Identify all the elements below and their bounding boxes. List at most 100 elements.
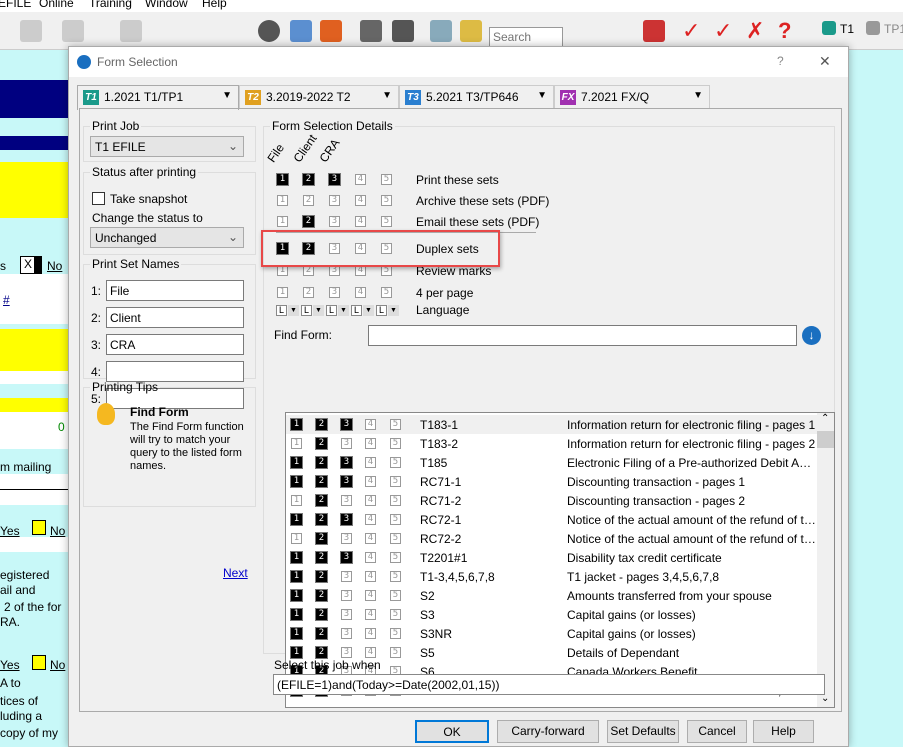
help-dialog-button[interactable]: Help <box>753 720 814 743</box>
set-3-checkbox[interactable]: 3 <box>340 475 353 488</box>
set-1-checkbox[interactable]: 1 <box>291 438 302 449</box>
form-row[interactable]: 1 2 3 4 5 T1-3,4,5,6,7,8 T1 jacket - pages 3,4… <box>286 567 818 586</box>
set-4-checkbox[interactable]: 4 <box>365 514 376 525</box>
set-5-checkbox[interactable]: 5 <box>381 195 392 206</box>
set-3-checkbox[interactable]: 3 <box>341 609 352 620</box>
set-defaults-button[interactable]: Set Defaults <box>607 720 679 743</box>
set-3-checkbox[interactable]: 3 <box>340 456 353 469</box>
set-1-checkbox[interactable]: 1 <box>290 418 303 431</box>
tab-tp1[interactable]: TP1 <box>884 22 903 36</box>
set-4-checkbox[interactable]: 4 <box>355 287 366 298</box>
set-4-checkbox[interactable]: 4 <box>365 552 376 563</box>
set-4-checkbox[interactable]: 4 <box>365 571 376 582</box>
set-3-checkbox[interactable]: 3 <box>341 590 352 601</box>
set-2-checkbox[interactable]: 2 <box>315 475 328 488</box>
set-3-checkbox[interactable]: 3 <box>341 647 352 658</box>
form-row[interactable]: 1 2 3 4 5 S2 Amounts transferred from your spo… <box>286 586 818 605</box>
cross-icon[interactable]: ✗ <box>746 20 768 42</box>
set-5-checkbox[interactable]: 5 <box>381 287 392 298</box>
language-select[interactable]: L ▼ <box>376 305 400 316</box>
set-1-checkbox[interactable]: 1 <box>276 173 289 186</box>
set-2-checkbox[interactable]: 2 <box>315 608 328 621</box>
print-one-icon[interactable] <box>392 20 414 42</box>
set-1-checkbox[interactable]: 1 <box>277 216 288 227</box>
set-4-checkbox[interactable]: 4 <box>365 609 376 620</box>
set-4-checkbox[interactable]: 4 <box>365 628 376 639</box>
form-row[interactable]: 1 2 3 4 5 RC72-1 Notice of the actual amount o… <box>286 510 818 529</box>
form-row[interactable]: 1 2 3 4 5 S3 Capital gains (or losses) <box>286 605 818 624</box>
language-select[interactable]: L ▼ <box>301 305 325 316</box>
set-3-checkbox[interactable]: 3 <box>341 533 352 544</box>
take-snapshot-checkbox[interactable] <box>92 192 105 205</box>
set-3-checkbox[interactable]: 3 <box>340 513 353 526</box>
tab-fx[interactable]: FX 7.2021 FX/Q ▼ <box>554 85 710 108</box>
set-2-checkbox[interactable]: 2 <box>315 532 328 545</box>
form-row[interactable]: 1 2 3 4 5 RC71-1 Discounting transaction - pag… <box>286 472 818 491</box>
set-1-checkbox[interactable]: 1 <box>277 195 288 206</box>
set-4-checkbox[interactable]: 4 <box>365 476 376 487</box>
grid-icon[interactable] <box>290 20 312 42</box>
find-down-icon[interactable]: ↓ <box>802 326 821 345</box>
forward-icon[interactable] <box>62 20 84 42</box>
print-job-select[interactable]: T1 EFILE ⌄ <box>90 136 244 157</box>
set-1-checkbox[interactable]: 1 <box>290 570 303 583</box>
tab-t3[interactable]: T3 5.2021 T3/TP646 ▼ <box>399 85 554 108</box>
set-5-checkbox[interactable]: 5 <box>390 457 401 468</box>
status-select[interactable]: Unchanged ⌄ <box>90 227 244 248</box>
language-select[interactable]: L ▼ <box>326 305 350 316</box>
set-1-checkbox[interactable]: 1 <box>290 456 303 469</box>
select-when-input[interactable] <box>273 674 825 695</box>
set-name-input-2[interactable] <box>106 307 244 328</box>
check-icon[interactable]: ✓ <box>682 20 704 42</box>
bg-checkbox-2[interactable] <box>32 655 46 670</box>
export-icon[interactable] <box>320 20 342 42</box>
set-1-checkbox[interactable]: 1 <box>290 646 303 659</box>
set-2-checkbox[interactable]: 2 <box>315 646 328 659</box>
form-row[interactable]: 1 2 3 4 5 S3NR Capital gains (or losses) <box>286 624 818 643</box>
set-5-checkbox[interactable]: 5 <box>381 216 392 227</box>
set-1-checkbox[interactable]: 1 <box>290 608 303 621</box>
set-1-checkbox[interactable]: 1 <box>277 287 288 298</box>
set-2-checkbox[interactable]: 2 <box>315 513 328 526</box>
bg-checkbox-x[interactable]: X <box>20 256 42 274</box>
set-5-checkbox[interactable]: 5 <box>390 419 401 430</box>
set-4-checkbox[interactable]: 4 <box>365 533 376 544</box>
set-2-checkbox[interactable]: 2 <box>315 418 328 431</box>
set-5-checkbox[interactable]: 5 <box>390 628 401 639</box>
set-4-checkbox[interactable]: 4 <box>355 174 366 185</box>
set-4-checkbox[interactable]: 4 <box>355 216 366 227</box>
set-2-checkbox[interactable]: 2 <box>315 627 328 640</box>
check-all-icon[interactable]: ✓ <box>714 20 736 42</box>
tab-t1[interactable]: T1 <box>840 22 854 36</box>
menu-training[interactable]: Training <box>89 0 132 10</box>
set-2-checkbox[interactable]: 2 <box>315 456 328 469</box>
cabinet-icon[interactable] <box>460 20 482 42</box>
scroll-thumb[interactable] <box>817 431 834 448</box>
carry-forward-button[interactable]: Carry-forward <box>497 720 599 743</box>
set-5-checkbox[interactable]: 5 <box>390 571 401 582</box>
people-icon[interactable] <box>120 20 142 42</box>
set-3-checkbox[interactable]: 3 <box>341 495 352 506</box>
set-4-checkbox[interactable]: 4 <box>365 590 376 601</box>
zoom-icon[interactable] <box>258 20 280 42</box>
set-2-checkbox[interactable]: 2 <box>303 287 314 298</box>
help-button[interactable]: ? <box>777 54 784 68</box>
set-2-checkbox[interactable]: 2 <box>315 494 328 507</box>
form-row[interactable]: 1 2 3 4 5 T183-2 Information return for electr… <box>286 434 818 453</box>
set-2-checkbox[interactable]: 2 <box>315 551 328 564</box>
set-2-checkbox[interactable]: 2 <box>315 589 328 602</box>
set-1-checkbox[interactable]: 1 <box>291 533 302 544</box>
set-2-checkbox[interactable]: 2 <box>303 195 314 206</box>
language-select[interactable]: L ▼ <box>276 305 300 316</box>
set-3-checkbox[interactable]: 3 <box>341 571 352 582</box>
set-1-checkbox[interactable]: 1 <box>290 475 303 488</box>
set-1-checkbox[interactable]: 1 <box>290 513 303 526</box>
form-row[interactable]: 1 2 3 4 5 RC71-2 Discounting transaction - pag… <box>286 491 818 510</box>
set-5-checkbox[interactable]: 5 <box>390 552 401 563</box>
set-5-checkbox[interactable]: 5 <box>390 590 401 601</box>
menu-help[interactable]: Help <box>202 0 227 10</box>
language-select[interactable]: L ▼ <box>351 305 375 316</box>
set-name-input-1[interactable] <box>106 280 244 301</box>
set-name-input-4[interactable] <box>106 361 244 382</box>
set-5-checkbox[interactable]: 5 <box>390 647 401 658</box>
